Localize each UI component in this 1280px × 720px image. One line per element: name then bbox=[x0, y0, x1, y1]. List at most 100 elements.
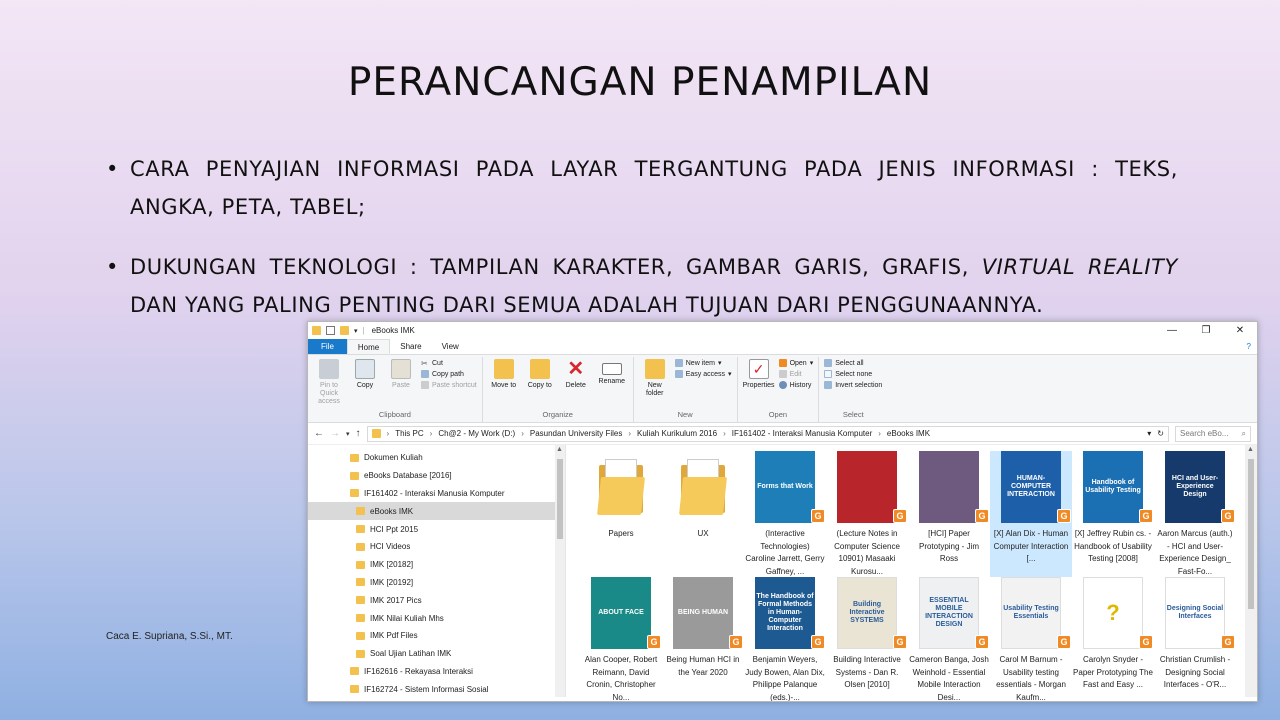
file-item[interactable]: HUMAN-COMPUTER INTERACTION G [X] Alan Dix … bbox=[990, 451, 1072, 577]
paste-shortcut-button[interactable]: Paste shortcut bbox=[421, 381, 477, 389]
search-placeholder: Search eBo... bbox=[1180, 429, 1229, 438]
book-cover-text: ESSENTIAL MOBILE INTERACTION DESIGN bbox=[925, 597, 973, 628]
breadcrumb-separator[interactable]: › bbox=[628, 429, 631, 438]
copy-path-button[interactable]: Copy path bbox=[421, 370, 477, 378]
breadcrumb-this-pc[interactable]: This PC bbox=[395, 429, 423, 438]
file-item[interactable]: Building Interactive SYSTEMS G Building In… bbox=[826, 577, 908, 701]
scrollbar-thumb[interactable] bbox=[557, 459, 563, 539]
tree-item-imk-20192[interactable]: IMK [20192] bbox=[308, 574, 565, 592]
breadcrumb-current[interactable]: eBooks IMK bbox=[887, 429, 930, 438]
pin-quick-access-button[interactable]: Pin to Quick access bbox=[313, 357, 345, 410]
history-button[interactable]: History bbox=[778, 381, 814, 389]
file-grid-scrollbar[interactable]: ▲ bbox=[1245, 445, 1257, 697]
quick-access-dropdown-icon[interactable]: ▾ bbox=[354, 327, 358, 335]
tree-item-ebooks-database[interactable]: eBooks Database [2016] bbox=[308, 467, 565, 485]
paste-shortcut-icon bbox=[421, 381, 429, 389]
address-dropdown-icon[interactable]: ▾ bbox=[1147, 429, 1151, 438]
breadcrumb-kurikulum[interactable]: Kuliah Kurikulum 2016 bbox=[637, 429, 717, 438]
file-item[interactable]: BEING HUMAN G Being Human HCI in the Year … bbox=[662, 577, 744, 701]
copy-to-button[interactable]: Copy to bbox=[524, 357, 556, 410]
refresh-icon[interactable]: ↻ bbox=[1157, 429, 1164, 438]
file-name: (Lecture Notes in Computer Science 10901… bbox=[834, 529, 900, 576]
book-cover-text: Building Interactive SYSTEMS bbox=[849, 601, 885, 624]
tree-item-ebooks-imk[interactable]: eBooks IMK bbox=[308, 502, 565, 521]
tree-item-imk-pdf[interactable]: IMK Pdf Files bbox=[308, 627, 565, 645]
breadcrumb-separator[interactable]: › bbox=[878, 429, 881, 438]
file-item[interactable]: G (Lecture Notes in Computer Science 1090… bbox=[826, 451, 908, 577]
properties-quick-icon[interactable] bbox=[326, 326, 335, 335]
new-folder-button[interactable]: New folder bbox=[639, 357, 671, 410]
recent-locations-icon[interactable]: ▾ bbox=[346, 430, 350, 438]
tree-item-hci-ppt[interactable]: HCI Ppt 2015 bbox=[308, 520, 565, 538]
breadcrumb-separator[interactable]: › bbox=[723, 429, 726, 438]
help-icon[interactable]: ? bbox=[1241, 339, 1257, 354]
file-item[interactable]: G [HCI] Paper Prototyping - Jim Ross bbox=[908, 451, 990, 577]
back-icon[interactable]: ← bbox=[314, 428, 324, 439]
select-all-button[interactable]: Select all bbox=[824, 359, 882, 367]
tree-item-imk-nilai[interactable]: IMK Nilai Kuliah Mhs bbox=[308, 609, 565, 627]
file-item[interactable]: ? G Carolyn Snyder - Paper Prototyping The… bbox=[1072, 577, 1154, 701]
breadcrumb-separator[interactable]: › bbox=[521, 429, 524, 438]
file-item[interactable]: Forms that Work G (Interactive Technologie… bbox=[744, 451, 826, 577]
properties-button[interactable]: ✓ Properties bbox=[743, 357, 775, 410]
easy-access-button[interactable]: Easy access ▾ bbox=[674, 370, 732, 378]
delete-button[interactable]: ✕ Delete bbox=[560, 357, 592, 410]
breadcrumb-separator[interactable]: › bbox=[430, 429, 433, 438]
book-cover: HCI and User-Experience Design bbox=[1165, 451, 1225, 523]
pdf-reader-icon: G bbox=[1057, 635, 1071, 649]
maximize-icon[interactable]: ❐ bbox=[1189, 322, 1223, 339]
forward-icon[interactable]: → bbox=[330, 428, 340, 439]
file-item[interactable]: HCI and User-Experience Design G Aaron Mar… bbox=[1154, 451, 1236, 577]
close-icon[interactable]: ✕ bbox=[1223, 322, 1257, 339]
invert-selection-button[interactable]: Invert selection bbox=[824, 381, 882, 389]
book-cover: HUMAN-COMPUTER INTERACTION bbox=[1001, 451, 1061, 523]
file-item[interactable]: Designing Social Interfaces G Christian Cr… bbox=[1154, 577, 1236, 701]
book-cover: Building Interactive SYSTEMS bbox=[837, 577, 897, 649]
properties-icon: ✓ bbox=[748, 359, 769, 379]
move-to-button[interactable]: Move to bbox=[488, 357, 520, 410]
tree-item-imk-2017-pics[interactable]: IMK 2017 Pics bbox=[308, 591, 565, 609]
new-item-button[interactable]: New item ▾ bbox=[674, 359, 732, 367]
rename-button[interactable]: Rename bbox=[596, 357, 628, 410]
select-none-button[interactable]: Select none bbox=[824, 370, 882, 378]
breadcrumb-university[interactable]: Pasundan University Files bbox=[530, 429, 622, 438]
paste-button[interactable]: Paste bbox=[385, 357, 417, 410]
file-item[interactable]: Handbook of Usability Testing G [X] Jeffre… bbox=[1072, 451, 1154, 577]
tab-share[interactable]: Share bbox=[390, 339, 431, 354]
navigation-scrollbar[interactable]: ▲ bbox=[555, 445, 565, 697]
breadcrumb-course[interactable]: IF161402 - Interaksi Manusia Komputer bbox=[732, 429, 873, 438]
file-item[interactable]: Usability Testing Essentials G Carol M Bar… bbox=[990, 577, 1072, 701]
scroll-up-icon[interactable]: ▲ bbox=[1247, 446, 1254, 453]
organize-group: Move to Copy to ✕ Delete Rename Organize bbox=[483, 357, 634, 422]
file-item[interactable]: ABOUT FACE G Alan Cooper, Robert Reimann, … bbox=[580, 577, 662, 701]
file-item[interactable]: Papers bbox=[580, 451, 662, 577]
file-item[interactable]: The Handbook of Formal Methods in Human-… bbox=[744, 577, 826, 701]
tab-view[interactable]: View bbox=[432, 339, 469, 354]
tree-item-dokumen-kuliah[interactable]: Dokumen Kuliah bbox=[308, 449, 565, 467]
file-item[interactable]: UX bbox=[662, 451, 744, 577]
open-icon bbox=[778, 359, 787, 367]
file-item[interactable]: ESSENTIAL MOBILE INTERACTION DESIGN G Came… bbox=[908, 577, 990, 701]
scrollbar-thumb[interactable] bbox=[1248, 459, 1254, 609]
tree-item-if162724[interactable]: IF162724 - Sistem Informasi Sosial bbox=[308, 680, 565, 698]
ribbon: Pin to Quick access Copy Paste ✂ Cut Copy… bbox=[308, 355, 1257, 423]
open-button[interactable]: Open ▾ bbox=[778, 359, 813, 367]
copy-icon bbox=[355, 359, 375, 379]
breadcrumb-drive[interactable]: Ch@2 - My Work (D:) bbox=[438, 429, 515, 438]
up-icon[interactable]: ↑ bbox=[356, 428, 361, 439]
tree-item-if161402[interactable]: IF161402 - Interaksi Manusia Komputer bbox=[308, 485, 565, 503]
tree-item-hci-videos[interactable]: HCI Videos bbox=[308, 538, 565, 556]
cut-button[interactable]: ✂ Cut bbox=[421, 359, 477, 368]
tree-item-if162616[interactable]: IF162616 - Rekayasa Interaksi bbox=[308, 663, 565, 681]
scroll-up-icon[interactable]: ▲ bbox=[556, 446, 563, 453]
copy-button[interactable]: Copy bbox=[349, 357, 381, 410]
tree-item-imk-20182[interactable]: IMK [20182] bbox=[308, 556, 565, 574]
tab-home[interactable]: Home bbox=[346, 339, 391, 354]
tab-file[interactable]: File bbox=[308, 339, 347, 354]
edit-button[interactable]: Edit bbox=[778, 370, 814, 378]
search-input[interactable]: Search eBo... ⌕ bbox=[1175, 425, 1251, 442]
address-bar[interactable]: › This PC › Ch@2 - My Work (D:) › Pasund… bbox=[366, 425, 1169, 442]
minimize-icon[interactable]: — bbox=[1155, 322, 1189, 339]
tree-item-soal-ujian[interactable]: Soal Ujian Latihan IMK bbox=[308, 645, 565, 663]
new-folder-quick-icon[interactable] bbox=[340, 326, 349, 335]
